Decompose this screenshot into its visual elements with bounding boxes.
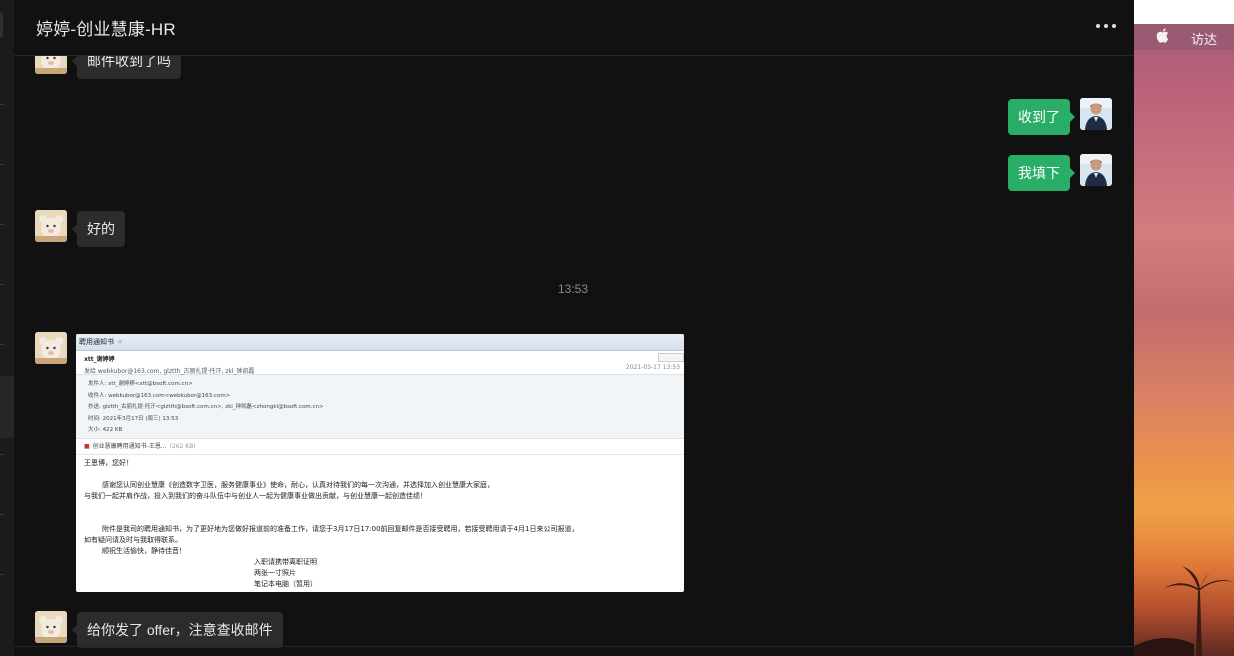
sidebar-marker (0, 344, 4, 345)
email-paragraph: 与我们一起并肩作战，投入到我们的奋斗队伍中与创业人一起为健康事业做出贡献，与创业… (84, 492, 427, 500)
teddy-bear-avatar-icon (35, 332, 67, 364)
email-paragraph: 感谢您认同创业慧康《创造数字卫医，服务健康事业》使命，耐心，认真对待我们的每一次… (102, 481, 494, 489)
sidebar-marker (0, 284, 4, 285)
email-attachment: ■ 创业慧康聘用通知书-王恩... (262 KB) (76, 439, 684, 455)
sidebar-marker (0, 224, 4, 225)
contact-avatar[interactable] (35, 611, 67, 643)
reply-buttons-icon (658, 353, 684, 362)
email-paragraph: 附件是我司的聘用通知书，为了更好地为您做好报道前的准备工作，请您于3月17日17… (102, 525, 579, 533)
my-avatar[interactable] (1080, 98, 1112, 130)
contact-avatar[interactable] (35, 332, 67, 364)
app-sidebar (0, 0, 14, 656)
email-meta-cc: 抄送: glztth_古丽扎提·托汗<glztth@bsoft.com.cn>,… (88, 404, 324, 410)
email-meta-size: 大小: 422 KB (88, 427, 123, 433)
finder-menu-item[interactable]: 访达 (1191, 29, 1217, 48)
teddy-bear-avatar-icon (35, 210, 67, 242)
email-from-name: xtt_谢婷婷 (84, 356, 115, 363)
email-meta: 发件人: xtt_谢婷婷<xtt@bsoft.com.cn> 收件人: webk… (76, 375, 684, 439)
apple-logo-icon[interactable] (1156, 28, 1169, 46)
more-options-icon[interactable] (1096, 22, 1116, 30)
email-paragraph: 如有疑问请及时与我取得联系。 (84, 536, 182, 544)
chat-window: 邮件收到了吗 收到了 我填下 好的 13:53 聘用通知书 ★ xtt_谢婷婷 … (14, 0, 1134, 656)
email-list-item: 笔记本电脑（暂用） (254, 580, 317, 588)
email-window-title: 聘用通知书 (79, 338, 114, 346)
sidebar-top-item[interactable] (0, 12, 3, 38)
outgoing-message[interactable]: 收到了 (1008, 99, 1075, 135)
email-meta-time: 时间: 2021年3月17日 (周三) 13:53 (88, 415, 179, 422)
email-recipients: 发给 webkubor@163.com, glztth_古丽扎提·托汗, zkl… (84, 368, 255, 375)
incoming-message[interactable]: 给你发了 offer，注意查收邮件 (72, 612, 283, 648)
email-meta-sender: 发件人: xtt_谢婷婷<xtt@bsoft.com.cn> (88, 381, 193, 387)
sidebar-marker (0, 574, 4, 575)
desktop-wallpaper: 访达 (1134, 0, 1234, 656)
user-photo-avatar-icon (1080, 98, 1112, 130)
chat-title: 婷婷-创业慧康-HR (36, 20, 176, 39)
attachment-name: 创业慧康聘用通知书-王恩... (92, 443, 167, 450)
chat-header: 婷婷-创业慧康-HR (14, 0, 1134, 56)
sidebar-selected-chat[interactable] (0, 376, 14, 438)
my-avatar[interactable] (1080, 154, 1112, 186)
mac-menu-bar (1134, 24, 1234, 50)
message-timestamp: 13:53 (557, 282, 589, 296)
user-photo-avatar-icon (1080, 154, 1112, 186)
sidebar-marker (0, 164, 4, 165)
email-window-bar: 聘用通知书 ★ (76, 334, 684, 351)
palm-tree-silhouette-icon (1134, 566, 1234, 656)
attachment-file-icon: ■ (84, 443, 90, 450)
input-divider (14, 646, 1134, 647)
email-header: xtt_谢婷婷 发给 webkubor@163.com, glztth_古丽扎提… (76, 351, 684, 375)
email-list-item: 两张一寸照片 (254, 569, 296, 577)
email-meta-recipient: 收件人: webkubor@163.com<webkubor@163.com> (88, 392, 231, 399)
sidebar-marker (0, 454, 4, 455)
email-greeting: 王恩博，您好！ (84, 459, 133, 467)
email-date: 2021-03-17 13:53 (625, 364, 680, 371)
sidebar-marker (0, 514, 4, 515)
background-window-edge (1134, 0, 1234, 24)
teddy-bear-avatar-icon (35, 611, 67, 643)
email-body: 王恩博，您好！ 感谢您认同创业慧康《创造数字卫医，服务健康事业》使命，耐心，认真… (76, 455, 684, 590)
incoming-message[interactable]: 好的 (72, 211, 125, 247)
attachment-size: (262 KB) (169, 443, 196, 450)
sidebar-marker (0, 104, 4, 105)
image-message-email-screenshot[interactable]: 聘用通知书 ★ xtt_谢婷婷 发给 webkubor@163.com, glzt… (76, 334, 684, 592)
email-list-item: 入职请携带离职证明 (254, 558, 317, 566)
email-paragraph: 顺祝生活愉快，静待佳音！ (102, 547, 186, 555)
star-icon: ★ (117, 338, 124, 346)
outgoing-message[interactable]: 我填下 (1008, 155, 1075, 191)
contact-avatar[interactable] (35, 210, 67, 242)
